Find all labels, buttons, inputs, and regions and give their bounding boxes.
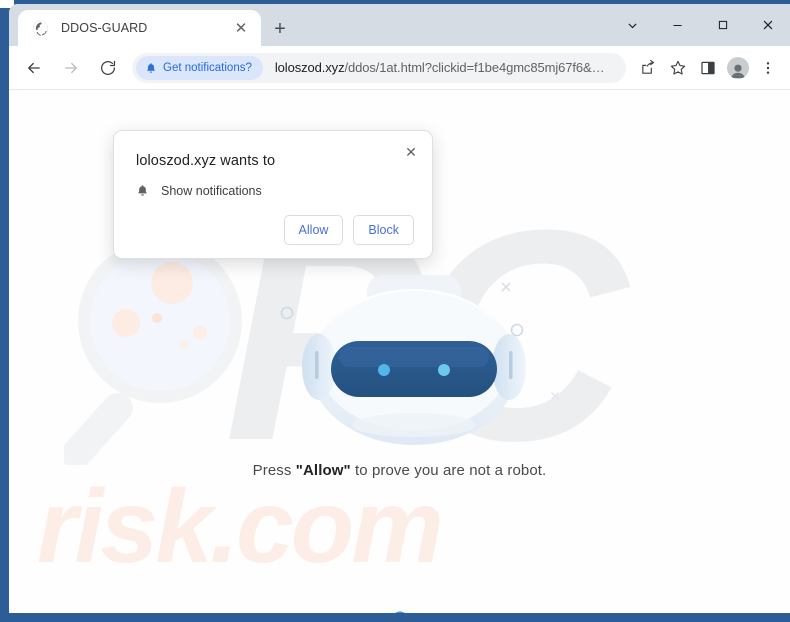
more-menu-icon[interactable] [754,54,782,82]
url-path: /ddos/1at.html?clickid=f1be4gmc85mj67f6&… [344,60,605,75]
url-text[interactable]: loloszod.xyz/ddos/1at.html?clickid=f1be4… [263,60,622,75]
robot-head-icon [302,275,526,445]
side-panel-icon[interactable] [694,54,722,82]
notification-permission-dialog: loloszod.xyz wants to ✕ Show notificatio… [113,130,433,259]
minimize-button[interactable] [655,4,700,46]
bell-icon [138,185,147,196]
permission-label: Show notifications [161,183,262,198]
profile-avatar[interactable] [724,54,752,82]
browser-toolbar: Get notifications? loloszod.xyz/ddos/1at… [9,46,790,90]
footer-logo: DDOS-GUARD [9,610,790,613]
url-host: loloszod.xyz [274,60,345,75]
share-icon[interactable] [634,54,662,82]
address-bar[interactable]: Get notifications? loloszod.xyz/ddos/1at… [132,52,626,83]
tab-close-icon[interactable]: ✕ [231,18,251,38]
close-icon[interactable]: ✕ [399,140,423,164]
forward-button[interactable] [56,53,86,83]
block-button[interactable]: Block [353,215,414,245]
get-notifications-chip[interactable]: Get notifications? [136,55,263,80]
tab-title: DDOS-GUARD [61,21,148,35]
reload-button[interactable] [93,53,123,83]
new-tab-button[interactable]: + [267,16,293,42]
tab-strip: DDOS-GUARD ✕ + [9,4,790,46]
bell-icon [147,62,155,73]
maximize-button[interactable] [700,4,745,46]
screen: DDOS-GUARD ✕ + Get notifications? lolosz… [0,0,790,622]
permission-actions: Allow Block [283,215,414,245]
permission-row: Show notifications [136,183,262,198]
back-button[interactable] [19,53,49,83]
magnifier-watermark-icon [64,239,242,465]
permission-dialog-title: loloszod.xyz wants to [136,153,276,169]
prompt-emphasis: "Allow" [295,462,351,479]
decor-x-icon-2 [551,392,559,400]
tab-search-chevron-icon[interactable] [610,4,655,46]
browser-window: DDOS-GUARD ✕ + Get notifications? lolosz… [9,4,790,613]
page-viewport: PC risk.com [9,90,790,613]
prompt-suffix: to prove you are not a robot. [350,462,547,479]
shield-icon [394,611,405,613]
allow-button[interactable]: Allow [283,215,344,245]
avatar [727,56,749,79]
get-notifications-label: Get notifications? [163,61,252,74]
globe-icon [33,20,48,36]
bookmark-star-icon[interactable] [664,54,692,82]
window-controls [610,4,790,46]
close-button[interactable] [745,4,790,46]
browser-tab[interactable]: DDOS-GUARD ✕ [18,10,261,46]
prompt-text: Press "Allow" to prove you are not a rob… [9,462,790,479]
prompt-prefix: Press [252,462,296,479]
watermark-risk: risk.com [37,469,444,585]
